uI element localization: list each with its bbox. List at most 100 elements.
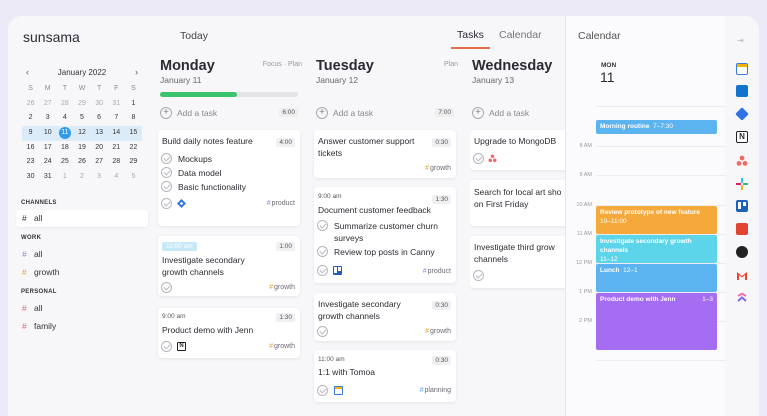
next-month-button[interactable]: › bbox=[135, 68, 138, 77]
calendar-date[interactable]: 29 bbox=[73, 97, 90, 112]
task-card[interactable]: 9:00 am 1:30 Product demo with Jenn N #g… bbox=[158, 308, 300, 358]
task-card[interactable]: Investigate third grow channels bbox=[470, 236, 565, 288]
calendar-date[interactable]: 5 bbox=[125, 170, 142, 185]
complete-task-checkbox[interactable] bbox=[317, 265, 328, 276]
channel-growth[interactable]: # growth bbox=[16, 264, 148, 281]
subtask-checkbox[interactable] bbox=[161, 167, 172, 178]
calendar-date[interactable]: 24 bbox=[39, 155, 56, 170]
complete-task-checkbox[interactable] bbox=[161, 341, 172, 352]
calendar-date[interactable]: 31 bbox=[39, 170, 56, 185]
calendar-date[interactable]: 17 bbox=[39, 141, 56, 156]
complete-task-checkbox[interactable] bbox=[317, 326, 328, 337]
calendar-date[interactable]: 4 bbox=[108, 170, 125, 185]
task-card[interactable]: Answer customer support tickets 0:30 #gr… bbox=[314, 130, 456, 178]
calendar-date[interactable]: 30 bbox=[91, 97, 108, 112]
task-card[interactable]: Build daily notes feature 4:00 Mockups D… bbox=[158, 130, 300, 226]
calendar-date[interactable]: 15 bbox=[124, 126, 142, 141]
channel-family[interactable]: # family bbox=[16, 318, 148, 335]
calendar-date[interactable]: 22 bbox=[125, 141, 142, 156]
plan-link[interactable]: Plan bbox=[288, 61, 302, 68]
task-card[interactable]: Search for local art sho on First Friday bbox=[470, 180, 565, 226]
add-task-row[interactable]: + Add a task 7:00 bbox=[314, 107, 456, 121]
trello-icon[interactable] bbox=[736, 200, 748, 212]
add-task-label: Add a task bbox=[177, 108, 218, 118]
jira-icon[interactable] bbox=[735, 107, 749, 121]
calendar-date[interactable]: 5 bbox=[73, 111, 90, 126]
slack-icon[interactable] bbox=[736, 177, 748, 190]
calendar-date[interactable]: 31 bbox=[108, 97, 125, 112]
complete-task-checkbox[interactable] bbox=[161, 282, 172, 293]
notion-icon[interactable]: N bbox=[736, 131, 748, 143]
task-card[interactable]: 9:00 am 1:30 Document customer feedback … bbox=[314, 187, 456, 283]
add-task-row[interactable]: + Add a task 6:00 bbox=[158, 107, 300, 121]
calendar-date[interactable]: 3 bbox=[91, 170, 108, 185]
today-button[interactable]: Today bbox=[180, 30, 208, 42]
calendar-event[interactable]: Product demo with Jenn 1–3 bbox=[596, 293, 717, 350]
calendar-date[interactable]: 10 bbox=[39, 126, 57, 141]
calendar-date[interactable]: 28 bbox=[108, 155, 125, 170]
tab-calendar[interactable]: Calendar bbox=[499, 29, 542, 41]
calendar-date[interactable]: 16 bbox=[22, 141, 39, 156]
calendar-date[interactable]: 30 bbox=[22, 170, 39, 185]
calendar-date[interactable]: 8 bbox=[125, 111, 142, 126]
subtask-checkbox[interactable] bbox=[317, 220, 328, 231]
subtask-checkbox[interactable] bbox=[161, 181, 172, 192]
task-card[interactable]: 11:00 am 0:30 1:1 with Tomoa #planning bbox=[314, 350, 456, 402]
task-card[interactable]: 11:00 am 1:00 Investigate secondary grow… bbox=[158, 236, 300, 296]
calendar-date[interactable]: 4 bbox=[56, 111, 73, 126]
complete-task-checkbox[interactable] bbox=[317, 385, 328, 396]
calendar-date[interactable]: 2 bbox=[73, 170, 90, 185]
calendar-date[interactable]: 28 bbox=[56, 97, 73, 112]
calendar-date[interactable]: 1 bbox=[56, 170, 73, 185]
channel-all[interactable]: # all bbox=[16, 210, 148, 227]
task-card[interactable]: Upgrade to MongoDB bbox=[470, 130, 565, 170]
hash-icon: # bbox=[22, 321, 27, 331]
calendar-event[interactable]: Morning routine 7–7:30 bbox=[596, 120, 717, 134]
subtask-checkbox[interactable] bbox=[317, 246, 328, 257]
collapse-panel-icon[interactable]: ⇥ bbox=[737, 36, 744, 45]
channel-work-all[interactable]: # all bbox=[16, 246, 148, 263]
todoist-icon[interactable] bbox=[736, 223, 748, 235]
gmail-icon[interactable] bbox=[736, 269, 748, 281]
calendar-date[interactable]: 13 bbox=[90, 126, 108, 141]
complete-task-checkbox[interactable] bbox=[473, 153, 484, 164]
calendar-event[interactable]: Lunch 12–1 bbox=[596, 264, 717, 292]
calendar-date[interactable]: 29 bbox=[125, 155, 142, 170]
calendar-date[interactable]: 27 bbox=[91, 155, 108, 170]
calendar-date[interactable]: 11 bbox=[56, 126, 74, 141]
calendar-date[interactable]: 18 bbox=[56, 141, 73, 156]
task-card[interactable]: Investigate secondary growth channels 0:… bbox=[314, 293, 456, 341]
calendar-date[interactable]: 25 bbox=[56, 155, 73, 170]
calendar-date[interactable]: 23 bbox=[22, 155, 39, 170]
focus-link[interactable]: Focus bbox=[263, 61, 282, 68]
calendar-date[interactable]: 26 bbox=[73, 155, 90, 170]
calendar-date[interactable]: 19 bbox=[73, 141, 90, 156]
clickup-icon[interactable] bbox=[736, 292, 748, 304]
google-calendar-icon[interactable] bbox=[736, 63, 748, 75]
calendar-date[interactable]: 2 bbox=[22, 111, 39, 126]
calendar-date[interactable]: 3 bbox=[39, 111, 56, 126]
calendar-date[interactable]: 21 bbox=[108, 141, 125, 156]
asana-icon[interactable] bbox=[736, 154, 748, 166]
subtask-checkbox[interactable] bbox=[161, 153, 172, 164]
complete-task-checkbox[interactable] bbox=[161, 198, 172, 209]
calendar-event[interactable]: Review prototype of new feature 10–11:00 bbox=[596, 206, 717, 234]
prev-month-button[interactable]: ‹ bbox=[26, 68, 29, 77]
channel-personal-all[interactable]: # all bbox=[16, 300, 148, 317]
calendar-date[interactable]: 9 bbox=[22, 126, 40, 141]
calendar-date[interactable]: 20 bbox=[91, 141, 108, 156]
add-task-row[interactable]: + Add a task bbox=[470, 107, 565, 121]
outlook-icon[interactable] bbox=[736, 85, 748, 97]
calendar-date[interactable]: 14 bbox=[107, 126, 125, 141]
complete-task-checkbox[interactable] bbox=[473, 270, 484, 281]
tab-tasks[interactable]: Tasks bbox=[457, 29, 484, 41]
plan-link[interactable]: Plan bbox=[444, 61, 458, 68]
github-icon[interactable] bbox=[736, 246, 748, 258]
calendar-date[interactable]: 6 bbox=[91, 111, 108, 126]
calendar-date[interactable]: 1 bbox=[125, 97, 142, 112]
calendar-date[interactable]: 27 bbox=[39, 97, 56, 112]
calendar-date[interactable]: 12 bbox=[73, 126, 91, 141]
calendar-event[interactable]: Investigate secondary growth channels 11… bbox=[596, 235, 717, 263]
calendar-date[interactable]: 26 bbox=[22, 97, 39, 112]
calendar-date[interactable]: 7 bbox=[108, 111, 125, 126]
